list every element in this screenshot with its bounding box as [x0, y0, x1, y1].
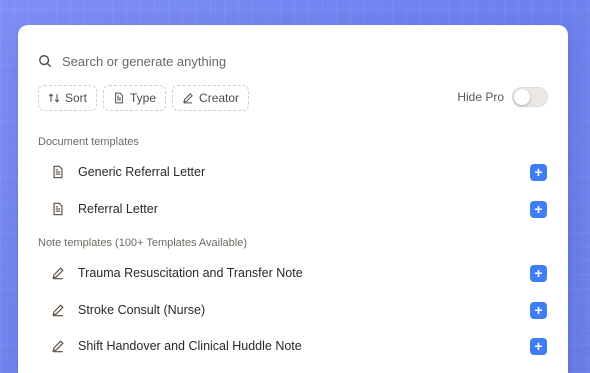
template-row-trauma-resuscitation[interactable]: Trauma Resuscitation and Transfer Note + — [38, 255, 548, 291]
filter-chips: Sort Type Creator — [38, 85, 250, 111]
document-icon — [53, 202, 63, 216]
add-template-button[interactable]: + — [530, 163, 547, 181]
pencil-icon — [52, 267, 64, 280]
search-bar[interactable]: Search or generate anything — [38, 51, 226, 71]
add-template-button[interactable]: + — [530, 337, 547, 355]
pencil-icon — [52, 304, 64, 317]
toggle-knob — [514, 89, 530, 105]
template-row-generic-referral-letter[interactable]: Generic Referral Letter + — [38, 154, 548, 190]
template-picker-panel: Search or generate anything Sort Type Cr… — [18, 25, 568, 373]
template-row-label: Stroke Consult (Nurse) — [78, 303, 206, 317]
sort-icon — [48, 93, 60, 103]
template-row-shift-handover[interactable]: Shift Handover and Clinical Huddle Note … — [38, 328, 548, 364]
template-row-label: Shift Handover and Clinical Huddle Note — [78, 339, 302, 353]
template-row-stroke-consult[interactable]: Stroke Consult (Nurse) + — [38, 292, 548, 328]
hide-pro-toggle[interactable] — [512, 87, 548, 107]
search-input[interactable]: Search or generate anything — [62, 54, 226, 69]
search-icon — [39, 55, 52, 68]
hide-pro-label: Hide Pro — [457, 90, 504, 104]
pencil-icon — [183, 93, 193, 104]
creator-filter-label: Creator — [199, 91, 240, 105]
document-icon — [53, 165, 63, 179]
hide-pro-control: Hide Pro — [457, 87, 548, 107]
creator-filter-button[interactable]: Creator — [172, 85, 250, 111]
template-row-referral-letter[interactable]: Referral Letter + — [38, 191, 548, 227]
template-row-label: Generic Referral Letter — [78, 165, 206, 179]
sort-filter-button[interactable]: Sort — [38, 85, 98, 111]
note-templates-heading: Note templates (100+ Templates Available… — [38, 237, 248, 249]
add-template-button[interactable]: + — [530, 301, 547, 319]
add-template-button[interactable]: + — [530, 264, 547, 282]
template-row-label: Trauma Resuscitation and Transfer Note — [78, 266, 303, 280]
document-templates-heading: Document templates — [38, 136, 139, 148]
sort-filter-label: Sort — [65, 91, 88, 105]
add-template-button[interactable]: + — [530, 200, 547, 218]
pencil-icon — [52, 340, 64, 353]
type-filter-button[interactable]: Type — [103, 85, 167, 111]
document-icon — [115, 92, 123, 104]
template-row-label: Referral Letter — [78, 202, 158, 216]
type-filter-label: Type — [130, 91, 157, 105]
